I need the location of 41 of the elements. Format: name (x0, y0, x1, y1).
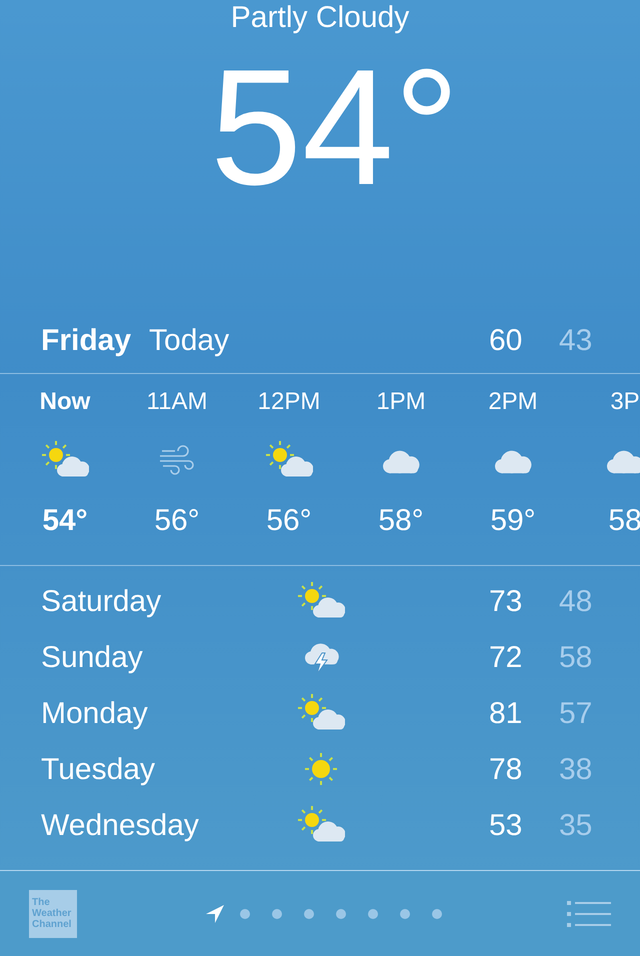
day-name: Friday (41, 323, 132, 359)
day-name: Monday (41, 696, 149, 732)
day-name: Tuesday (41, 752, 156, 788)
high-temperature: 78 (489, 752, 524, 788)
day-name: Saturday (41, 584, 162, 620)
low-temperature: 43 (559, 323, 594, 359)
hour-temperature: 58° (378, 506, 424, 536)
partly-cloudy-icon (297, 806, 345, 844)
today-label: Today (149, 323, 230, 359)
hour-temperature: 59° (490, 506, 536, 536)
high-temperature: 60 (489, 323, 524, 359)
low-temperature: 48 (559, 584, 594, 620)
low-temperature: 58 (559, 640, 594, 676)
high-temperature: 53 (489, 808, 524, 844)
day-name: Wednesday (41, 808, 200, 844)
partly-cloudy-icon (297, 582, 345, 620)
weather-channel-logo[interactable]: The Weather Channel (29, 890, 77, 938)
low-temperature: 38 (559, 752, 594, 788)
partly-cloudy-icon (41, 441, 89, 479)
hour-label: Now (40, 390, 90, 414)
hour-label: 12PM (258, 390, 320, 414)
high-temperature: 72 (489, 640, 524, 676)
location-arrow-icon[interactable] (205, 904, 225, 924)
partly-cloudy-icon (265, 441, 313, 479)
high-temperature: 81 (489, 696, 524, 732)
hour-temperature: 54° (42, 506, 88, 536)
sun-icon (302, 750, 340, 788)
day-name: Sunday (41, 640, 144, 676)
low-temperature: 35 (559, 808, 594, 844)
hour-temperature: 56° (154, 506, 200, 536)
hour-label: 2PM (488, 390, 538, 414)
hour-label: 3P (610, 390, 640, 414)
hour-temperature: 56° (266, 506, 312, 536)
hour-label: 1PM (376, 390, 426, 414)
low-temperature: 57 (559, 696, 594, 732)
partly-cloudy-icon (297, 694, 345, 732)
high-temperature: 73 (489, 584, 524, 620)
hour-label: 11AM (146, 390, 208, 414)
current-temperature: 54° (210, 45, 460, 210)
list-icon[interactable] (567, 900, 611, 926)
condition-text: Partly Cloudy (230, 1, 410, 35)
